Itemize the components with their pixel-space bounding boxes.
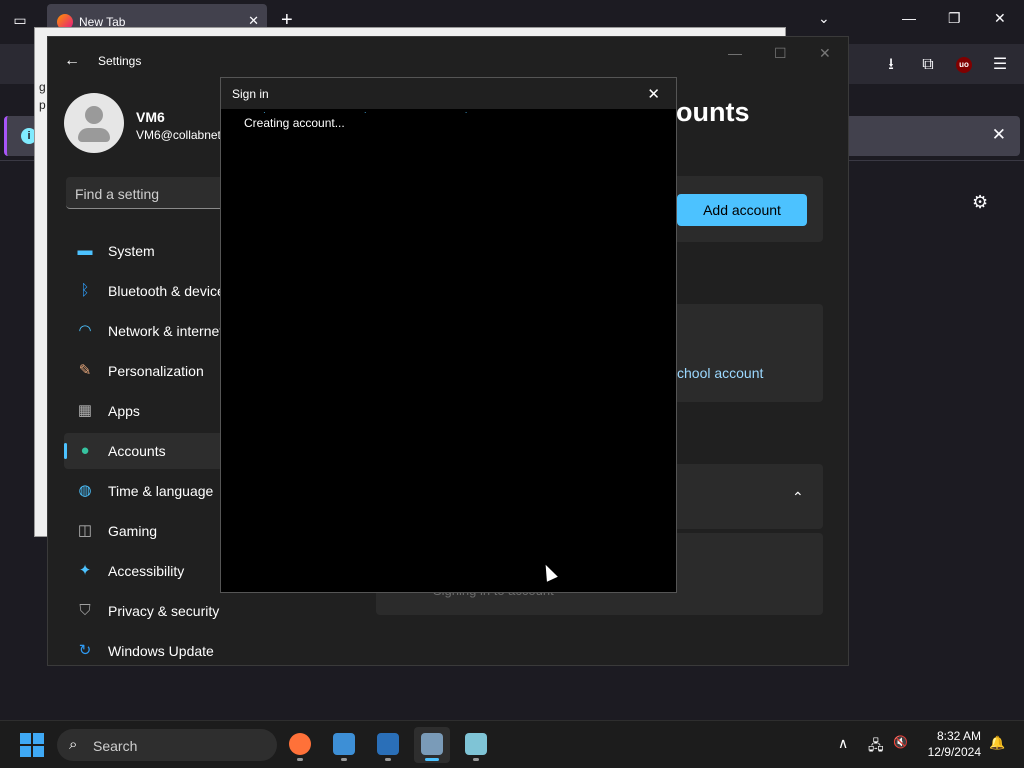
sidebar-item-label: Bluetooth & devices <box>108 283 232 299</box>
page-title: ounts <box>676 97 750 127</box>
find-setting-placeholder: Find a setting <box>75 186 160 202</box>
sign-in-status: Creating account... <box>244 116 345 130</box>
browser-minimize-button[interactable]: — <box>902 10 916 26</box>
taskbar-app-firefox[interactable] <box>282 727 318 763</box>
search-icon: ⌕ <box>69 736 78 753</box>
sidebar-item-privacy-security[interactable]: ⛉ Privacy & security <box>64 593 234 629</box>
background-dialog-text: p <box>39 98 46 112</box>
system-icon: ▬ <box>77 242 93 259</box>
notifications-bell-icon[interactable]: 🔔 <box>989 735 1005 751</box>
sidebar-item-label: Network & internet <box>108 323 224 339</box>
sign-in-title-bar: Sign in ✕ <box>221 78 676 109</box>
sidebar-item-personalization[interactable]: ✎ Personalization <box>64 353 234 389</box>
clock-time: 8:32 AM <box>936 729 981 743</box>
running-indicator <box>297 758 303 761</box>
gamepad-icon: ◫ <box>77 522 93 539</box>
brush-icon: ✎ <box>78 362 92 379</box>
sidebar-item-system[interactable]: ▬ System <box>64 233 234 269</box>
taskbar-app-settings[interactable] <box>414 727 450 763</box>
firefox-icon <box>289 733 311 755</box>
chevron-up-icon[interactable]: ⌃ <box>792 489 804 506</box>
background-dialog-text: g <box>39 80 46 94</box>
user-email: VM6@collabnet <box>136 128 221 142</box>
taskbar: ⌕ Search ∧ 🖧 🔇 8:32 AM 12/9/2024 🔔 <box>0 720 1024 768</box>
settings-icon <box>421 733 443 755</box>
windows-start-icon[interactable] <box>20 733 44 757</box>
sidebar-item-label: Time & language <box>108 483 214 499</box>
back-arrow-icon[interactable]: ← <box>64 52 80 70</box>
running-indicator <box>385 758 391 761</box>
sidebar-item-label: Privacy & security <box>108 603 220 619</box>
close-icon[interactable]: ✕ <box>647 85 660 103</box>
wifi-icon: ◠ <box>78 322 92 339</box>
clock[interactable]: 8:32 AM 12/9/2024 <box>918 728 981 760</box>
taskbar-app-powershell[interactable] <box>370 727 406 763</box>
newtab-settings-gear-icon[interactable]: ⚙ <box>972 192 988 213</box>
avatar[interactable] <box>64 93 124 153</box>
notepad-icon <box>465 733 487 755</box>
sign-in-title: Sign in <box>232 87 269 101</box>
notification-close-icon[interactable]: ✕ <box>992 125 1006 145</box>
photos-icon <box>333 733 355 755</box>
window-title: Settings <box>98 54 142 68</box>
sidebar-item-label: Gaming <box>108 523 158 539</box>
update-icon: ↻ <box>78 642 92 659</box>
maximize-button[interactable]: ☐ <box>774 45 787 62</box>
taskbar-app-notepad[interactable] <box>458 727 494 763</box>
clock-date: 12/9/2024 <box>927 745 981 759</box>
menu-icon[interactable]: ☰ <box>989 54 1011 76</box>
sidebar-item-accounts[interactable]: ● Accounts <box>64 433 234 469</box>
globe-clock-icon: ◍ <box>78 482 92 499</box>
shield-icon: ⛉ <box>79 602 91 619</box>
running-indicator <box>425 758 439 761</box>
sidebar-item-windows-update[interactable]: ↻ Windows Update <box>64 633 234 669</box>
running-indicator <box>473 758 479 761</box>
avatar-body <box>78 128 110 142</box>
accessibility-icon: ✦ <box>78 562 92 579</box>
apps-icon: ▦ <box>77 402 93 419</box>
add-account-button[interactable]: Add account <box>677 194 807 226</box>
sidebar-item-network-internet[interactable]: ◠ Network & internet <box>64 313 234 349</box>
sidebar-item-apps[interactable]: ▦ Apps <box>64 393 234 429</box>
sign-in-dialog: Sign in ✕ · · · Creating account... <box>220 77 677 593</box>
volume-muted-icon[interactable]: 🔇 <box>893 735 908 749</box>
sidebar-item-label: Personalization <box>108 363 204 379</box>
sidebar-item-time-language[interactable]: ◍ Time & language <box>64 473 234 509</box>
taskbar-app-photos[interactable] <box>326 727 362 763</box>
running-indicator <box>341 758 347 761</box>
extensions-icon[interactable]: ⧉ <box>917 54 939 76</box>
network-icon[interactable]: 🖧 <box>868 735 884 759</box>
ublock-icon[interactable]: uo <box>956 57 972 73</box>
user-name: VM6 <box>136 109 165 125</box>
browser-close-button[interactable]: ✕ <box>994 10 1006 27</box>
taskbar-search-label: Search <box>93 738 138 754</box>
sidebar-item-accessibility[interactable]: ✦ Accessibility <box>64 553 234 589</box>
bluetooth-icon: ᛒ <box>80 282 90 299</box>
minimize-button[interactable]: — <box>728 45 742 61</box>
browser-restore-button[interactable]: ❐ <box>948 10 961 27</box>
sidebar-item-gaming[interactable]: ◫ Gaming <box>64 513 234 549</box>
close-button[interactable]: ✕ <box>819 45 831 62</box>
sidebar-item-label: Accounts <box>108 443 166 459</box>
sidebar-item-label: Apps <box>108 403 140 419</box>
taskbar-search[interactable]: ⌕ Search <box>57 729 277 761</box>
sidebar-item-bluetooth-devices[interactable]: ᛒ Bluetooth & devices <box>64 273 234 309</box>
tray-overflow-chevron-icon[interactable]: ∧ <box>838 735 848 752</box>
find-setting-input[interactable]: Find a setting <box>66 177 236 209</box>
accounts-icon: ● <box>80 442 90 459</box>
tab-overflow-chevron-icon[interactable]: ⌄ <box>818 10 830 27</box>
download-icon[interactable]: ⭳ <box>880 54 902 76</box>
sidebar-item-label: Windows Update <box>108 643 214 659</box>
powershell-icon <box>377 733 399 755</box>
sidebar-item-label: Accessibility <box>108 563 185 579</box>
tab-list-icon[interactable]: ▭ <box>10 12 30 32</box>
school-account-link[interactable]: chool account <box>677 365 763 381</box>
avatar-head <box>85 106 103 124</box>
sidebar-item-label: System <box>108 243 155 259</box>
